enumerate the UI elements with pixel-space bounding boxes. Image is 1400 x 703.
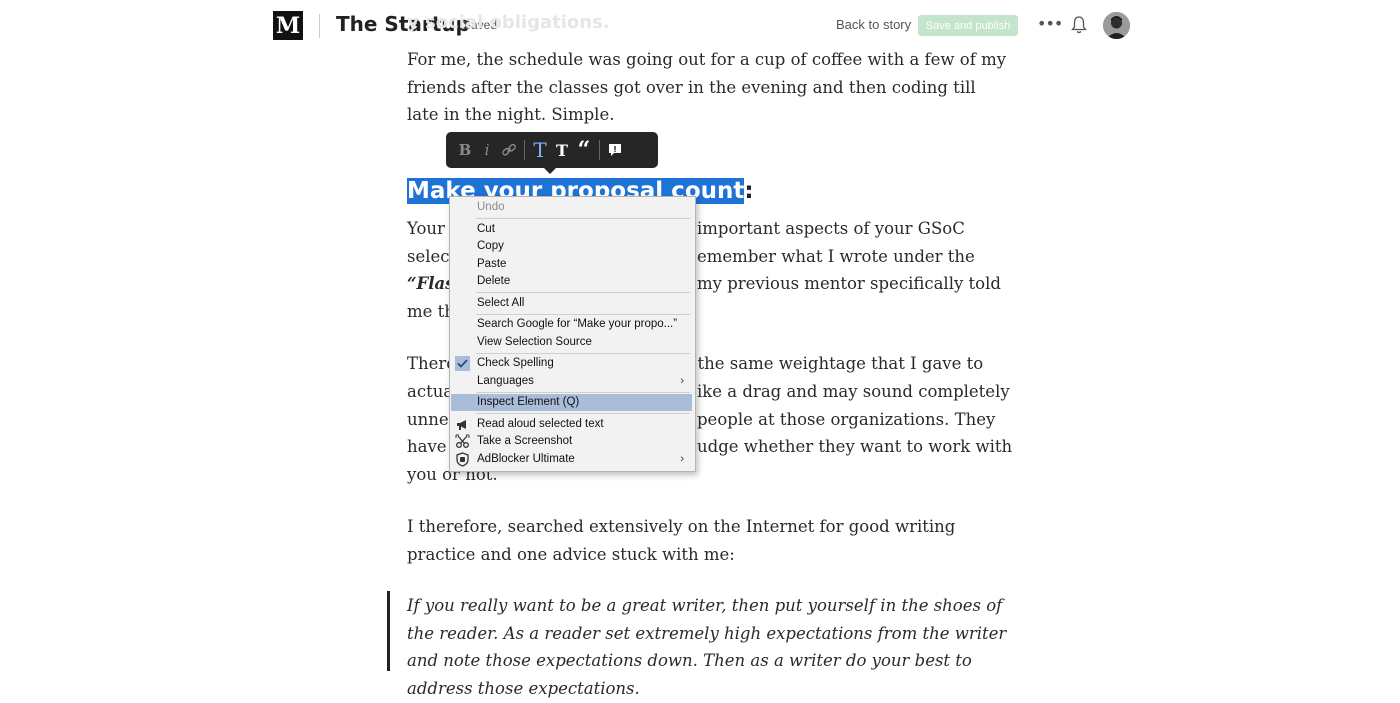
format-toolbar: B i T T “ — [446, 132, 658, 174]
menu-item-search-google[interactable]: Search Google for “Make your propo...” — [451, 316, 692, 333]
heading-colon: : — [744, 178, 754, 204]
blockquote[interactable]: If you really want to be a great writer,… — [407, 592, 1007, 703]
menu-item-adblocker[interactable]: AdBlocker Ultimate › — [451, 451, 692, 468]
para-line-right: people at those organizations. They — [697, 410, 996, 429]
para-line-right: my previous mentor specifically told — [697, 274, 1001, 293]
notification-bell-icon[interactable] — [1071, 16, 1087, 34]
menu-item-read-aloud[interactable]: Read aloud selected text — [451, 416, 692, 433]
scissors-icon — [455, 434, 470, 449]
quote-button[interactable]: “ — [573, 135, 595, 165]
menu-separator — [476, 314, 690, 315]
menu-item-languages[interactable]: Languages › — [451, 373, 692, 390]
menu-item-paste[interactable]: Paste — [451, 256, 692, 273]
checkmark-icon — [455, 356, 470, 371]
toolbar-separator — [599, 140, 600, 160]
article-paragraph[interactable]: I therefore, searched extensively on the… — [407, 513, 997, 568]
user-avatar[interactable] — [1103, 12, 1130, 39]
context-menu: Undo Cut Copy Paste Delete Select All Se… — [449, 196, 696, 472]
menu-item-view-selection-source[interactable]: View Selection Source — [451, 334, 692, 351]
menu-item-delete[interactable]: Delete — [451, 273, 692, 290]
toolbar-separator — [524, 140, 525, 160]
menu-item-undo[interactable]: Undo — [451, 199, 692, 216]
shield-icon — [455, 452, 470, 467]
menu-item-take-screenshot[interactable]: Take a Screenshot — [451, 433, 692, 450]
italic-button[interactable]: i — [476, 135, 498, 165]
scrolled-text-fragment: y social obligations. — [407, 12, 610, 33]
medium-logo[interactable]: M — [273, 11, 303, 40]
more-icon[interactable]: ••• — [1037, 14, 1063, 34]
comment-icon[interactable] — [604, 135, 626, 165]
small-title-button[interactable]: T — [551, 135, 573, 165]
menu-separator — [476, 353, 690, 354]
top-header: M The Startup Saved Back to story Save a… — [0, 0, 1400, 52]
megaphone-icon — [455, 417, 470, 432]
para-line-right: udge whether they want to work with — [697, 437, 1013, 456]
article-paragraph[interactable]: For me, the schedule was going out for a… — [407, 46, 1007, 129]
menu-separator — [476, 218, 690, 219]
link-icon[interactable] — [498, 135, 520, 165]
submenu-arrow-icon: › — [680, 375, 684, 387]
menu-separator — [476, 392, 690, 393]
save-and-publish-button[interactable]: Save and publish — [918, 15, 1018, 36]
menu-item-select-all[interactable]: Select All — [451, 295, 692, 312]
para-line-right: l the same weightage that I gave to — [687, 354, 984, 373]
menu-item-copy[interactable]: Copy — [451, 238, 692, 255]
back-to-story-link[interactable]: Back to story — [836, 17, 911, 32]
header-divider — [319, 14, 320, 38]
large-title-button[interactable]: T — [529, 135, 551, 165]
menu-separator — [476, 292, 690, 293]
blockquote-bar — [387, 591, 390, 671]
bold-button[interactable]: B — [454, 135, 476, 165]
menu-item-check-spelling[interactable]: Check Spelling — [451, 355, 692, 372]
submenu-arrow-icon: › — [680, 453, 684, 465]
para-line-right: ike a drag and may sound completely — [697, 382, 1010, 401]
para-line-right: important aspects of your GSoC — [697, 219, 965, 238]
para-line-right: emember what I wrote under the — [697, 247, 975, 266]
menu-item-inspect-element[interactable]: Inspect Element (Q) — [451, 394, 692, 411]
menu-separator — [476, 413, 690, 414]
menu-item-cut[interactable]: Cut — [451, 221, 692, 238]
